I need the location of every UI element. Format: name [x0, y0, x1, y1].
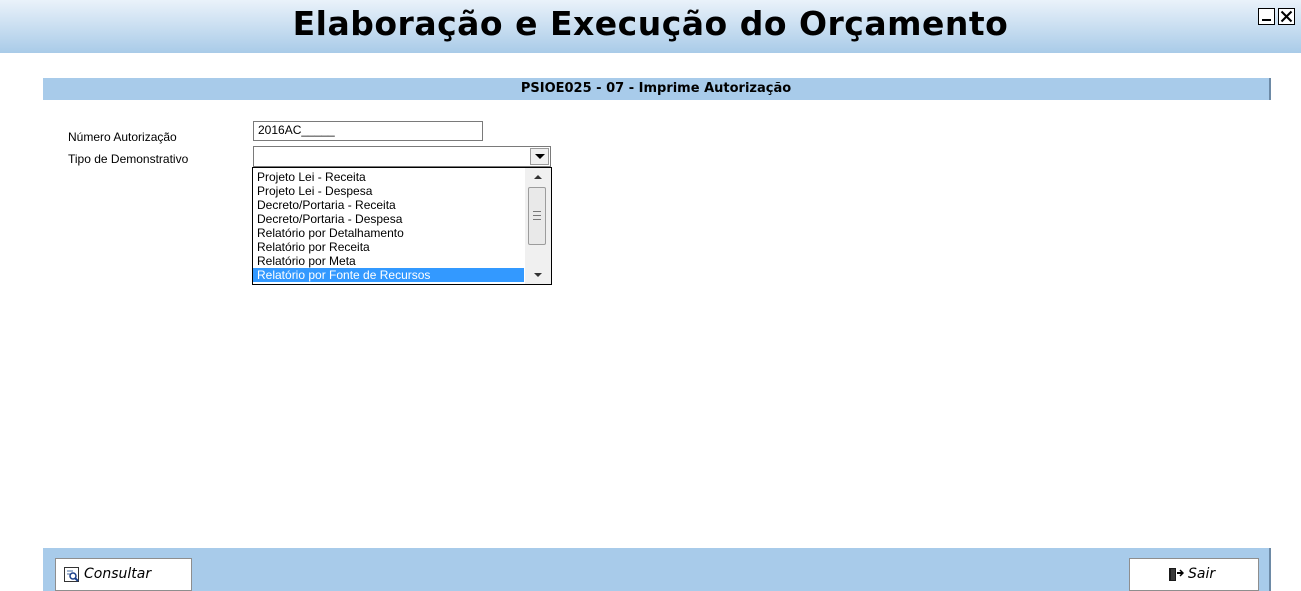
exit-door-icon — [1169, 568, 1184, 581]
consultar-label: Consultar — [84, 566, 152, 582]
dropdown-option[interactable]: Relatório por Meta — [253, 254, 524, 268]
sair-label: Sair — [1188, 566, 1216, 582]
dropdown-option[interactable]: Projeto Lei - Receita — [253, 170, 524, 184]
dropdown-option[interactable]: Projeto Lei - Despesa — [253, 184, 524, 198]
chevron-down-icon[interactable] — [530, 148, 549, 165]
app-title: Elaboração e Execução do Orçamento — [292, 4, 1009, 43]
tipo-demonstrativo-label: Tipo de Demonstrativo — [68, 152, 189, 166]
scroll-up-icon[interactable] — [529, 170, 547, 184]
close-icon[interactable] — [1278, 8, 1295, 25]
numero-autorizacao-input[interactable]: 2016AC_____ — [253, 121, 483, 141]
scroll-thumb[interactable] — [528, 187, 546, 245]
dropdown-scrollbar[interactable] — [525, 168, 551, 284]
dropdown-option[interactable]: Decreto/Portaria - Receita — [253, 198, 524, 212]
dropdown-option[interactable]: Decreto/Portaria - Despesa — [253, 212, 524, 226]
consultar-button[interactable]: Consultar — [55, 558, 192, 591]
sair-button[interactable]: Sair — [1129, 558, 1259, 591]
grip-icon — [533, 211, 541, 220]
tipo-demonstrativo-dropdown[interactable]: Projeto Lei - Receita Projeto Lei - Desp… — [252, 167, 552, 285]
footer-toolbar: Consultar Sair — [43, 548, 1271, 591]
dropdown-option[interactable]: Relatório por Receita — [253, 240, 524, 254]
minimize-icon[interactable] — [1258, 8, 1275, 25]
dropdown-option[interactable]: Relatório por Detalhamento — [253, 226, 524, 240]
dropdown-options: Projeto Lei - Receita Projeto Lei - Desp… — [253, 170, 524, 282]
screen-title: PSIOE025 - 07 - Imprime Autorização — [520, 81, 792, 96]
scroll-down-icon[interactable] — [529, 268, 547, 282]
tipo-demonstrativo-select[interactable] — [253, 146, 551, 167]
title-bar: Elaboração e Execução do Orçamento — [0, 0, 1301, 53]
report-search-icon — [64, 567, 79, 582]
numero-autorizacao-label: Número Autorização — [68, 130, 177, 144]
dropdown-option-selected[interactable]: Relatório por Fonte de Recursos — [253, 268, 524, 282]
screen-header: PSIOE025 - 07 - Imprime Autorização — [43, 78, 1271, 100]
